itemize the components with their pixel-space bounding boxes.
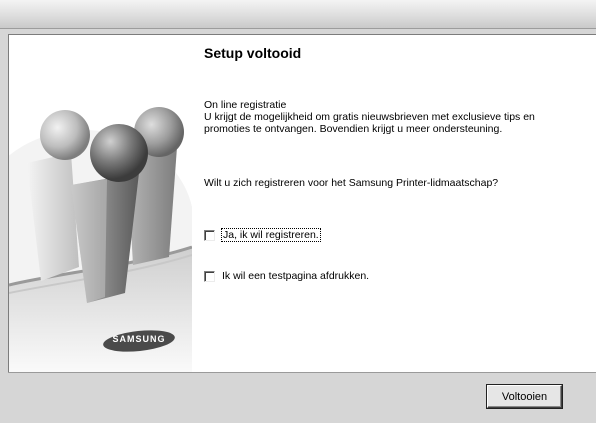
register-checkbox-label[interactable]: Ja, ik wil registreren.	[221, 228, 321, 242]
page-title: Setup voltooid	[204, 45, 302, 61]
test-page-checkbox-label[interactable]: Ik wil een testpagina afdrukken.	[222, 270, 369, 282]
info-line-body-1: U krijgt de mogelijkheid om gratis nieuw…	[204, 111, 535, 123]
content-panel: Setup voltooid On line registratie U kri…	[192, 35, 596, 372]
test-page-option[interactable]: Ik wil een testpagina afdrukken.	[204, 270, 369, 282]
people-illustration	[9, 35, 192, 372]
info-line-heading: On line registratie	[204, 99, 287, 111]
illustration-panel: SAMSUNG	[9, 35, 192, 372]
title-bar	[0, 0, 596, 29]
content-frame: SAMSUNG Setup voltooid On line registrat…	[8, 34, 596, 372]
info-line-body-2: promoties te ontvangen. Bovendien krijgt…	[204, 123, 503, 135]
register-option[interactable]: Ja, ik wil registreren.	[204, 228, 321, 242]
registration-info: On line registratie U krijgt de mogelijk…	[204, 99, 584, 135]
setup-window: SAMSUNG Setup voltooid On line registrat…	[0, 0, 596, 423]
samsung-logo-text: SAMSUNG	[112, 334, 166, 344]
footer-separator	[8, 372, 596, 373]
register-checkbox[interactable]	[204, 229, 215, 241]
registration-question: Wilt u zich registreren voor het Samsung…	[204, 177, 499, 189]
finish-button[interactable]: Voltooien	[487, 385, 562, 408]
test-page-checkbox[interactable]	[204, 270, 215, 282]
